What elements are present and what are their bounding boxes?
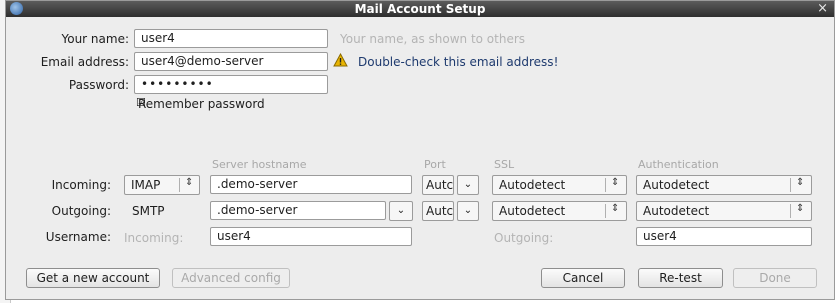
server-hostname-header: Server hostname (212, 158, 307, 171)
cancel-button[interactable]: Cancel (541, 268, 625, 288)
ssl-header: SSL (494, 158, 515, 171)
updown-arrows-icon: ⇕ (611, 177, 620, 188)
mail-account-setup-dialog: Mail Account Setup × Your name: user4 Yo… (5, 0, 835, 300)
outgoing-port-input[interactable]: Autc (422, 201, 454, 221)
incoming-ssl-select[interactable]: Autodetect ⇕ (492, 175, 627, 195)
incoming-port-input[interactable]: Autc (422, 175, 454, 195)
remember-password-checkbox[interactable]: ☑ Remember password (136, 97, 265, 111)
email-address-input[interactable]: user4@demo-server (134, 52, 328, 71)
your-name-input[interactable]: user4 (134, 29, 328, 48)
warning-icon (333, 53, 348, 67)
incoming-auth-select[interactable]: Autodetect ⇕ (636, 175, 812, 195)
updown-arrows-icon: ⇕ (796, 203, 805, 214)
outgoing-hostname-input[interactable]: .demo-server (210, 201, 386, 220)
outgoing-ssl-select[interactable]: Autodetect ⇕ (492, 201, 627, 221)
outgoing-label: Outgoing: (51, 204, 111, 218)
password-label: Password: (68, 78, 129, 92)
incoming-hostname-input[interactable]: .demo-server (210, 175, 412, 194)
remember-password-label: Remember password (138, 97, 265, 111)
updown-arrows-icon: ⇕ (185, 177, 194, 188)
username-incoming-input[interactable]: user4 (210, 227, 412, 246)
port-header: Port (424, 158, 446, 171)
outgoing-auth-select[interactable]: Autodetect ⇕ (636, 201, 812, 221)
checkbox-checked-icon[interactable]: ☑ (136, 97, 147, 108)
advanced-config-button[interactable]: Advanced config (172, 268, 290, 288)
chevron-down-icon[interactable]: ⌄ (389, 201, 413, 221)
incoming-label: Incoming: (51, 178, 111, 192)
username-outgoing-input[interactable]: user4 (636, 227, 812, 246)
title-bar[interactable]: Mail Account Setup × (6, 1, 834, 17)
authentication-header: Authentication (638, 158, 719, 171)
username-incoming-label: Incoming: (124, 231, 184, 245)
outgoing-protocol: SMTP (132, 204, 165, 218)
updown-arrows-icon: ⇕ (611, 203, 620, 214)
chevron-down-icon[interactable]: ⌄ (457, 175, 479, 195)
username-outgoing-label: Outgoing: (494, 231, 554, 245)
retest-button[interactable]: Re-test (638, 268, 723, 288)
chevron-down-icon[interactable]: ⌄ (457, 201, 479, 221)
username-label: Username: (45, 230, 111, 244)
incoming-protocol-value: IMAP (131, 178, 161, 192)
email-warning-text: Double-check this email address! (358, 55, 559, 69)
updown-arrows-icon: ⇕ (796, 177, 805, 188)
email-address-label: Email address: (40, 55, 129, 69)
password-input[interactable]: ••••••••• (134, 75, 328, 94)
get-new-account-button[interactable]: Get a new account (26, 268, 160, 288)
close-icon[interactable]: × (817, 1, 828, 16)
your-name-label: Your name: (61, 32, 129, 46)
window-title: Mail Account Setup (354, 2, 486, 16)
done-button[interactable]: Done (733, 268, 817, 288)
incoming-protocol-select[interactable]: IMAP ⇕ (124, 175, 200, 195)
your-name-hint: Your name, as shown to others (340, 32, 526, 46)
